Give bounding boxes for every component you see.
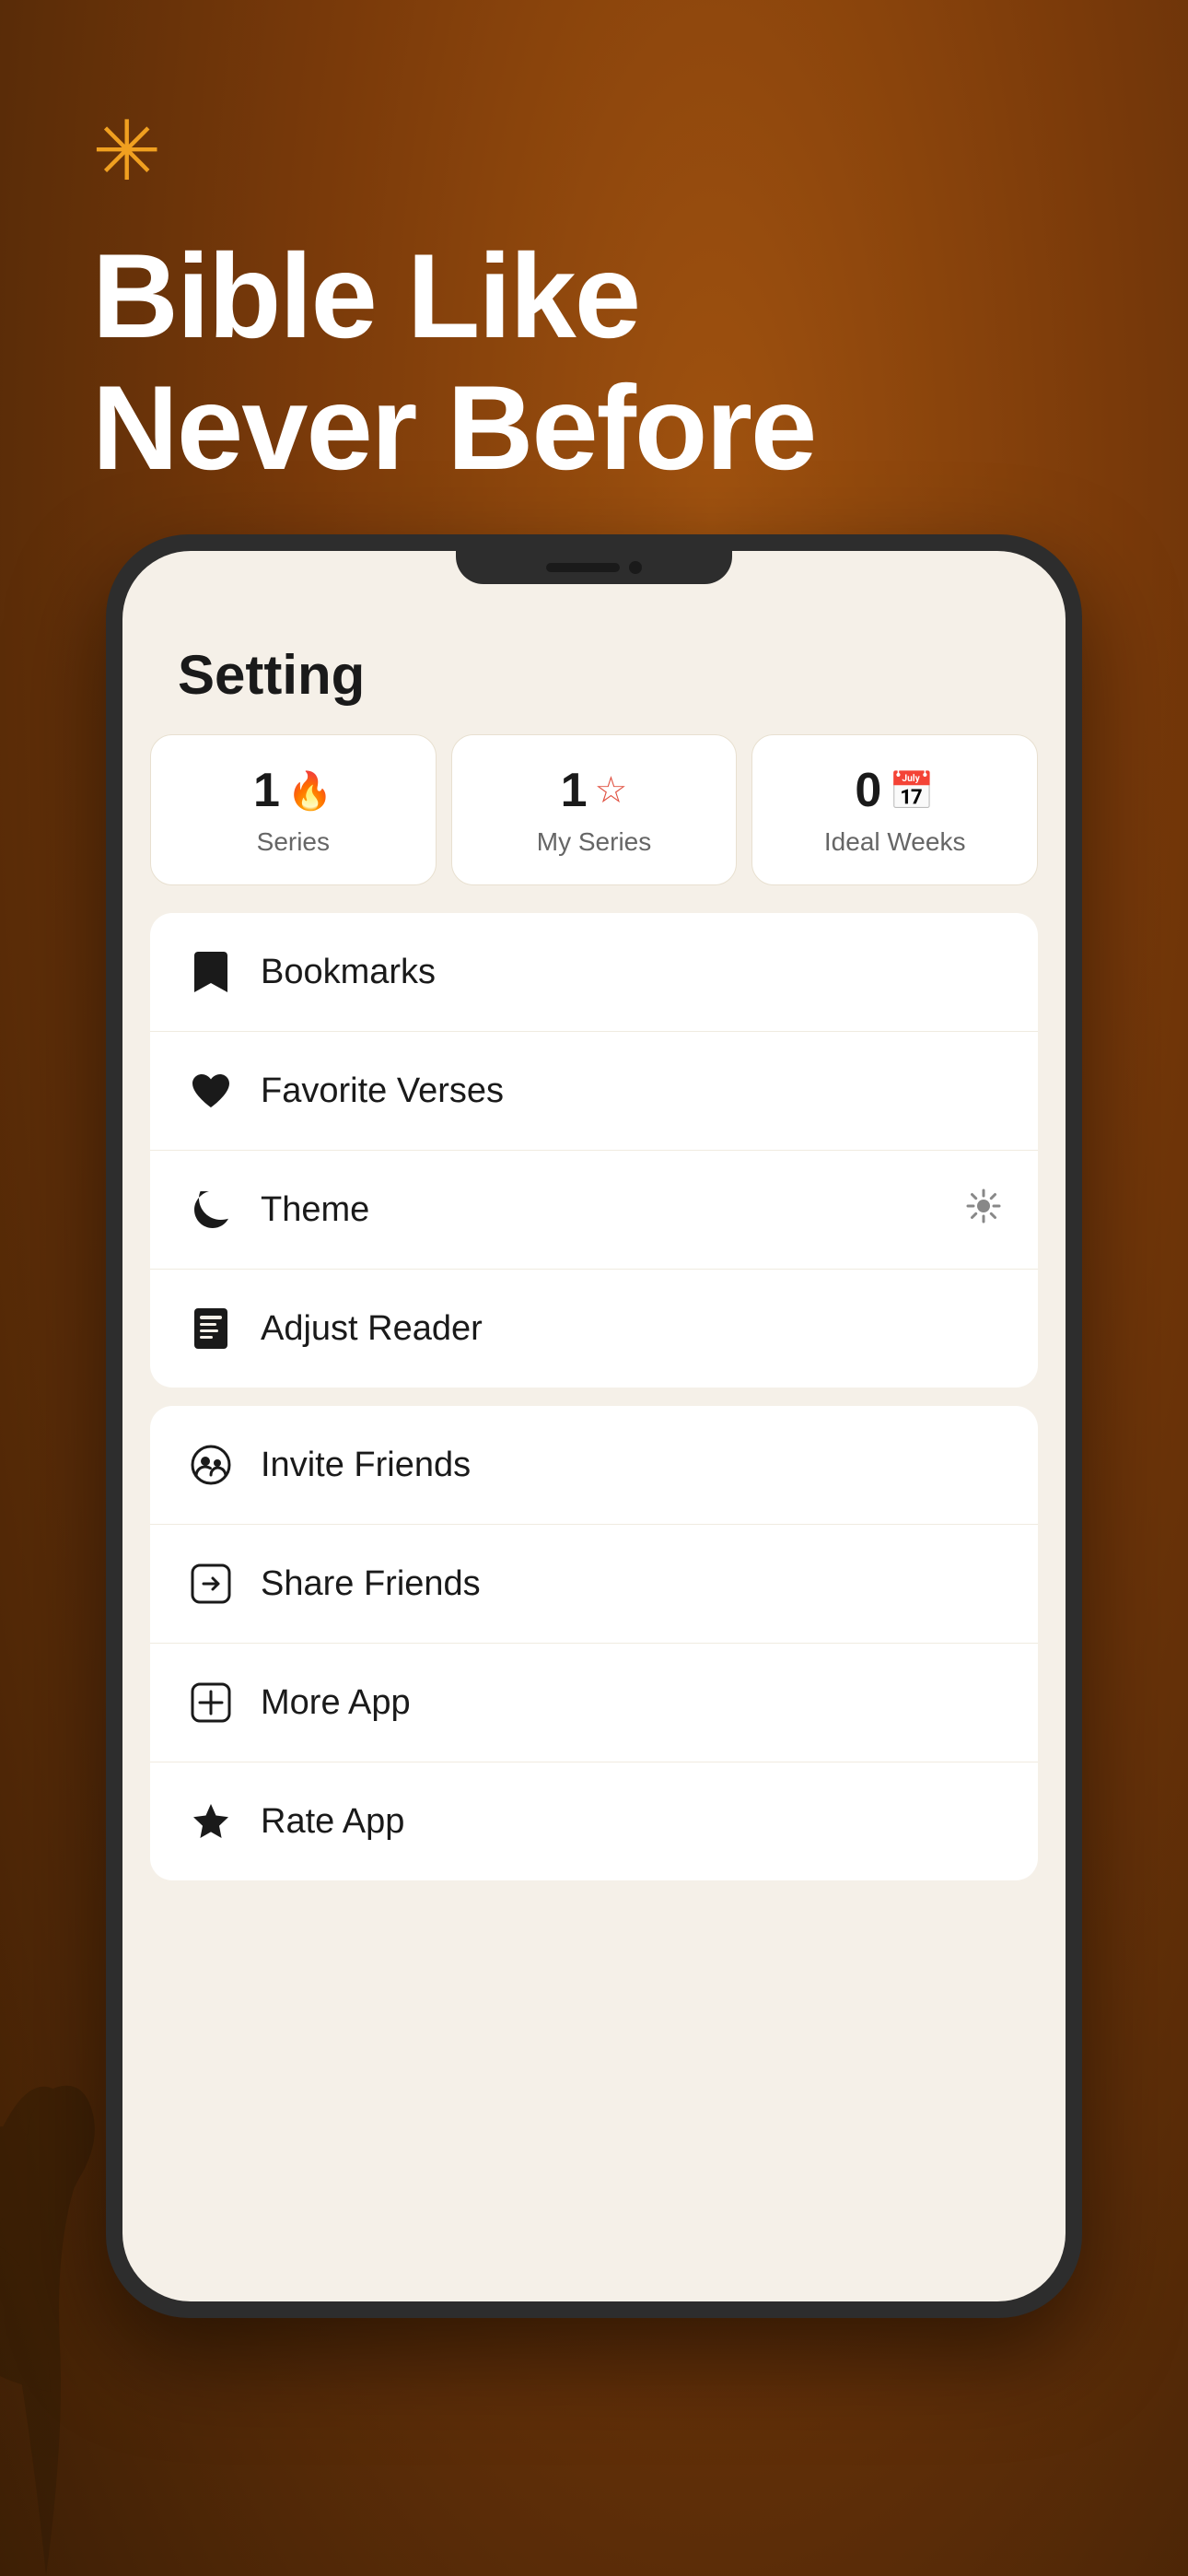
sun-icon [966, 1188, 1001, 1231]
my-series-label: My Series [471, 827, 718, 857]
ideal-weeks-count: 0 [855, 763, 881, 818]
my-series-count: 1 [561, 763, 588, 818]
menu-item-rate-app[interactable]: Rate App [150, 1762, 1038, 1880]
adjust-reader-label: Adjust Reader [261, 1309, 1001, 1349]
stat-card-my-series[interactable]: 1 ☆ My Series [451, 734, 738, 885]
rate-app-icon [187, 1797, 235, 1845]
notch-camera [629, 561, 642, 574]
settings-header: Setting [122, 625, 1066, 734]
ideal-weeks-label: Ideal Weeks [771, 827, 1019, 857]
phone-frame: Setting 1 🔥 Series 1 [106, 534, 1082, 2318]
hero-section: ✳ Bible Like Never Before [0, 0, 1188, 549]
phone-screen: Setting 1 🔥 Series 1 [122, 551, 1066, 2301]
reader-icon [187, 1305, 235, 1352]
favorite-verses-label: Favorite Verses [261, 1071, 1001, 1111]
menu-section-2: Invite Friends Share Friends [150, 1406, 1038, 1880]
stat-number-row-series: 1 🔥 [169, 763, 417, 818]
asterisk-logo: ✳ [92, 111, 1096, 193]
menu-section-1: Bookmarks Favorite Verses [150, 913, 1038, 1388]
rate-app-label: Rate App [261, 1802, 1001, 1842]
theme-label: Theme [261, 1190, 966, 1230]
invite-friends-label: Invite Friends [261, 1446, 1001, 1485]
series-label: Series [169, 827, 417, 857]
stat-card-series[interactable]: 1 🔥 Series [150, 734, 437, 885]
more-app-label: More App [261, 1683, 1001, 1723]
share-friends-label: Share Friends [261, 1564, 1001, 1604]
more-app-icon [187, 1679, 235, 1727]
invite-friends-icon [187, 1441, 235, 1489]
phone-notch [456, 551, 732, 584]
moon-icon [187, 1186, 235, 1234]
phone-mockup: Setting 1 🔥 Series 1 [106, 534, 1082, 2318]
menu-item-more-app[interactable]: More App [150, 1644, 1038, 1762]
notch-pill [546, 563, 620, 572]
bookmarks-label: Bookmarks [261, 953, 1001, 992]
stat-card-ideal-weeks[interactable]: 0 📅 Ideal Weeks [751, 734, 1038, 885]
menu-item-theme[interactable]: Theme [150, 1151, 1038, 1270]
menu-item-bookmarks[interactable]: Bookmarks [150, 913, 1038, 1032]
series-count: 1 [253, 763, 280, 818]
menu-item-favorite-verses[interactable]: Favorite Verses [150, 1032, 1038, 1151]
menu-item-share-friends[interactable]: Share Friends [150, 1525, 1038, 1644]
hero-title: Bible Like Never Before [92, 230, 1096, 494]
star-outline-icon: ☆ [595, 769, 628, 812]
stats-row: 1 🔥 Series 1 ☆ My Series [122, 734, 1066, 913]
calendar-icon: 📅 [889, 769, 935, 813]
flame-icon: 🔥 [287, 769, 333, 813]
menu-item-invite-friends[interactable]: Invite Friends [150, 1406, 1038, 1525]
screen-content: Setting 1 🔥 Series 1 [122, 551, 1066, 1880]
heart-icon [187, 1067, 235, 1115]
bookmark-icon [187, 948, 235, 996]
menu-item-adjust-reader[interactable]: Adjust Reader [150, 1270, 1038, 1388]
share-friends-icon [187, 1560, 235, 1608]
stat-number-row-my-series: 1 ☆ [471, 763, 718, 818]
stat-number-row-ideal-weeks: 0 📅 [771, 763, 1019, 818]
